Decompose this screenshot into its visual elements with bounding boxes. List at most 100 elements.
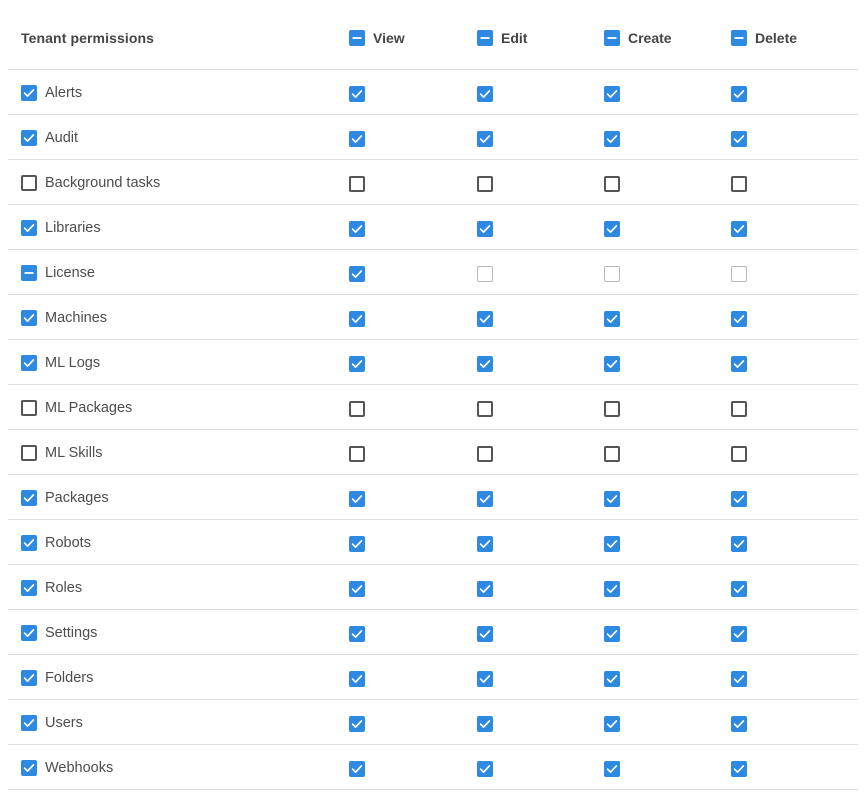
create-checkbox[interactable] bbox=[604, 671, 620, 687]
create-checkbox[interactable] bbox=[604, 446, 620, 462]
view-cell bbox=[349, 86, 365, 107]
delete-checkbox[interactable] bbox=[731, 176, 747, 192]
view-checkbox[interactable] bbox=[349, 176, 365, 192]
edit-checkbox[interactable] bbox=[477, 221, 493, 237]
create-checkbox[interactable] bbox=[604, 356, 620, 372]
delete-checkbox[interactable] bbox=[731, 446, 747, 462]
row-select-checkbox[interactable] bbox=[21, 130, 37, 146]
row-select-checkbox[interactable] bbox=[21, 265, 37, 281]
view-checkbox[interactable] bbox=[349, 626, 365, 642]
view-cell bbox=[349, 491, 365, 512]
checkmark-icon bbox=[23, 314, 35, 322]
edit-checkbox[interactable] bbox=[477, 491, 493, 507]
view-checkbox[interactable] bbox=[349, 716, 365, 732]
permission-audit: Audit bbox=[21, 129, 78, 147]
delete-checkbox[interactable] bbox=[731, 86, 747, 102]
view-checkbox[interactable] bbox=[349, 491, 365, 507]
edit-cell bbox=[477, 761, 493, 782]
edit-checkbox[interactable] bbox=[477, 86, 493, 102]
view-checkbox[interactable] bbox=[349, 446, 365, 462]
edit-checkbox[interactable] bbox=[477, 626, 493, 642]
delete-all-checkbox[interactable] bbox=[731, 30, 747, 46]
delete-checkbox[interactable] bbox=[731, 581, 747, 597]
edit-checkbox[interactable] bbox=[477, 671, 493, 687]
delete-checkbox[interactable] bbox=[731, 716, 747, 732]
row-select-checkbox[interactable] bbox=[21, 220, 37, 236]
checkmark-icon bbox=[606, 135, 618, 143]
edit-checkbox[interactable] bbox=[477, 131, 493, 147]
edit-checkbox[interactable] bbox=[477, 266, 493, 282]
view-checkbox[interactable] bbox=[349, 131, 365, 147]
delete-checkbox[interactable] bbox=[731, 311, 747, 327]
edit-checkbox[interactable] bbox=[477, 176, 493, 192]
edit-checkbox[interactable] bbox=[477, 581, 493, 597]
row-select-checkbox[interactable] bbox=[21, 535, 37, 551]
row-select-checkbox[interactable] bbox=[21, 175, 37, 191]
view-checkbox[interactable] bbox=[349, 761, 365, 777]
create-checkbox[interactable] bbox=[604, 761, 620, 777]
permission-label: Folders bbox=[45, 670, 94, 686]
create-checkbox[interactable] bbox=[604, 716, 620, 732]
checkmark-icon bbox=[733, 360, 745, 368]
row-select-checkbox[interactable] bbox=[21, 490, 37, 506]
row-select-checkbox[interactable] bbox=[21, 310, 37, 326]
row-select-checkbox[interactable] bbox=[21, 580, 37, 596]
create-checkbox[interactable] bbox=[604, 401, 620, 417]
create-checkbox[interactable] bbox=[604, 86, 620, 102]
create-all-checkbox[interactable] bbox=[604, 30, 620, 46]
row-select-checkbox[interactable] bbox=[21, 715, 37, 731]
edit-checkbox[interactable] bbox=[477, 401, 493, 417]
delete-checkbox[interactable] bbox=[731, 671, 747, 687]
create-checkbox[interactable] bbox=[604, 581, 620, 597]
view-checkbox[interactable] bbox=[349, 221, 365, 237]
view-checkbox[interactable] bbox=[349, 266, 365, 282]
view-checkbox[interactable] bbox=[349, 536, 365, 552]
create-checkbox[interactable] bbox=[604, 536, 620, 552]
create-checkbox[interactable] bbox=[604, 626, 620, 642]
edit-all-checkbox[interactable] bbox=[477, 30, 493, 46]
delete-checkbox[interactable] bbox=[731, 761, 747, 777]
row-select-checkbox[interactable] bbox=[21, 760, 37, 776]
create-checkbox[interactable] bbox=[604, 221, 620, 237]
delete-checkbox[interactable] bbox=[731, 626, 747, 642]
edit-checkbox[interactable] bbox=[477, 356, 493, 372]
view-checkbox[interactable] bbox=[349, 671, 365, 687]
view-checkbox[interactable] bbox=[349, 356, 365, 372]
permission-label: Alerts bbox=[45, 85, 83, 101]
column-label-edit: Edit bbox=[501, 30, 528, 46]
delete-checkbox[interactable] bbox=[731, 221, 747, 237]
row-select-checkbox[interactable] bbox=[21, 445, 37, 461]
delete-checkbox[interactable] bbox=[731, 266, 747, 282]
delete-checkbox[interactable] bbox=[731, 536, 747, 552]
create-checkbox[interactable] bbox=[604, 131, 620, 147]
view-checkbox[interactable] bbox=[349, 311, 365, 327]
view-checkbox[interactable] bbox=[349, 581, 365, 597]
edit-checkbox[interactable] bbox=[477, 716, 493, 732]
edit-cell bbox=[477, 266, 493, 287]
row-select-checkbox[interactable] bbox=[21, 670, 37, 686]
delete-checkbox[interactable] bbox=[731, 131, 747, 147]
checkmark-icon bbox=[733, 720, 745, 728]
row-select-checkbox[interactable] bbox=[21, 625, 37, 641]
table-row: Alerts bbox=[8, 70, 858, 115]
row-select-checkbox[interactable] bbox=[21, 400, 37, 416]
edit-checkbox[interactable] bbox=[477, 761, 493, 777]
edit-checkbox[interactable] bbox=[477, 311, 493, 327]
view-checkbox[interactable] bbox=[349, 86, 365, 102]
checkmark-icon bbox=[606, 225, 618, 233]
delete-checkbox[interactable] bbox=[731, 356, 747, 372]
create-checkbox[interactable] bbox=[604, 176, 620, 192]
create-checkbox[interactable] bbox=[604, 491, 620, 507]
row-select-checkbox[interactable] bbox=[21, 85, 37, 101]
row-select-checkbox[interactable] bbox=[21, 355, 37, 371]
view-all-checkbox[interactable] bbox=[349, 30, 365, 46]
delete-checkbox[interactable] bbox=[731, 401, 747, 417]
delete-checkbox[interactable] bbox=[731, 491, 747, 507]
view-checkbox[interactable] bbox=[349, 401, 365, 417]
edit-checkbox[interactable] bbox=[477, 536, 493, 552]
create-checkbox[interactable] bbox=[604, 311, 620, 327]
edit-checkbox[interactable] bbox=[477, 446, 493, 462]
create-checkbox[interactable] bbox=[604, 266, 620, 282]
view-cell bbox=[349, 536, 365, 557]
checkmark-icon bbox=[351, 540, 363, 548]
